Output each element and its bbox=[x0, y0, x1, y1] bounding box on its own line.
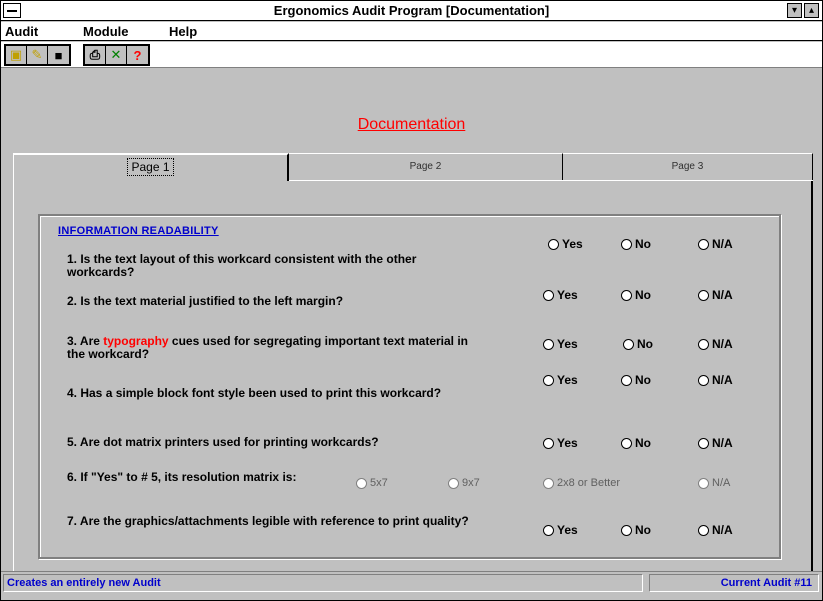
tab-label: Page 2 bbox=[409, 161, 442, 172]
q4-na-radio[interactable]: N/A bbox=[698, 373, 733, 387]
maximize-button[interactable]: ▴ bbox=[804, 3, 819, 18]
question-4-text: 4. Has a simple block font style been us… bbox=[67, 386, 442, 400]
question-5-text: 5. Are dot matrix printers used for prin… bbox=[67, 435, 379, 449]
question-6-text: 6. If "Yes" to # 5, its resolution matri… bbox=[67, 470, 297, 484]
q1-na-radio[interactable]: N/A bbox=[698, 237, 733, 251]
q2-na-radio[interactable]: N/A bbox=[698, 288, 733, 302]
menu-module[interactable]: Module bbox=[83, 24, 129, 39]
q3-yes-radio[interactable]: Yes bbox=[543, 337, 578, 351]
menu-audit[interactable]: Audit bbox=[5, 24, 38, 39]
q4-yes-radio[interactable]: Yes bbox=[543, 373, 578, 387]
menu-help[interactable]: Help bbox=[169, 24, 197, 39]
tab-label: Page 3 bbox=[671, 161, 704, 172]
q6-na-radio[interactable]: N/A bbox=[698, 477, 730, 489]
q6-9x7-radio[interactable]: 9x7 bbox=[448, 477, 480, 489]
q5-yes-radio[interactable]: Yes bbox=[543, 436, 578, 450]
help-icon[interactable]: ? bbox=[127, 46, 148, 64]
tab-label: Page 1 bbox=[127, 158, 174, 176]
section-title: INFORMATION READABILITY bbox=[58, 225, 219, 237]
toolbar-file-group: ▣ ✎ ■ bbox=[4, 44, 71, 66]
toolbar-tools-group: ⎙ ✕ ? bbox=[83, 44, 150, 66]
page-title: Documentation bbox=[357, 116, 466, 133]
q4-no-radio[interactable]: No bbox=[621, 373, 651, 387]
q5-no-radio[interactable]: No bbox=[621, 436, 651, 450]
highlight-word: typography bbox=[103, 334, 169, 348]
q3-na-radio[interactable]: N/A bbox=[698, 337, 733, 351]
status-bar: Creates an entirely new Audit Current Au… bbox=[1, 571, 822, 593]
print-icon[interactable]: ⎙ bbox=[85, 46, 106, 64]
q2-no-radio[interactable]: No bbox=[621, 288, 651, 302]
minimize-button[interactable]: ▾ bbox=[787, 3, 802, 18]
q5-na-radio[interactable]: N/A bbox=[698, 436, 733, 450]
current-audit-indicator: Current Audit #11 bbox=[649, 574, 819, 592]
toolbar: ▣ ✎ ■ ⎙ ✕ ? bbox=[1, 42, 822, 68]
q6-2x8-better-radio[interactable]: 2x8 or Better bbox=[543, 477, 620, 489]
save-disk-icon[interactable]: ■ bbox=[48, 46, 69, 64]
question-1-text: 1. Is the text layout of this workcard c… bbox=[67, 252, 417, 279]
q1-yes-radio[interactable]: Yes bbox=[548, 237, 583, 251]
q3-no-radio[interactable]: No bbox=[623, 337, 653, 351]
menu-bar: Audit Module Help bbox=[1, 22, 822, 41]
tab-page-2[interactable]: Page 2 bbox=[289, 153, 563, 181]
open-folder-icon[interactable]: ✎ bbox=[27, 46, 48, 64]
window-title: Ergonomics Audit Program [Documentation] bbox=[273, 3, 550, 18]
tab-page-1[interactable]: Page 1 bbox=[13, 153, 289, 181]
q7-na-radio[interactable]: N/A bbox=[698, 523, 733, 537]
title-bar: Ergonomics Audit Program [Documentation]… bbox=[1, 1, 822, 21]
question-3-text: 3. Are typography cues used for segregat… bbox=[67, 334, 468, 361]
question-7-text: 7. Are the graphics/attachments legible … bbox=[67, 514, 469, 528]
q2-yes-radio[interactable]: Yes bbox=[543, 288, 578, 302]
q7-no-radio[interactable]: No bbox=[621, 523, 651, 537]
status-message: Creates an entirely new Audit bbox=[3, 574, 643, 592]
tab-page-3[interactable]: Page 3 bbox=[563, 153, 813, 181]
q1-no-radio[interactable]: No bbox=[621, 237, 651, 251]
question-2-text: 2. Is the text material justified to the… bbox=[67, 294, 344, 308]
new-file-icon[interactable]: ▣ bbox=[6, 46, 27, 64]
app-window: Ergonomics Audit Program [Documentation]… bbox=[0, 0, 823, 601]
q6-5x7-radio[interactable]: 5x7 bbox=[356, 477, 388, 489]
q7-yes-radio[interactable]: Yes bbox=[543, 523, 578, 537]
run-icon[interactable]: ✕ bbox=[106, 46, 127, 64]
